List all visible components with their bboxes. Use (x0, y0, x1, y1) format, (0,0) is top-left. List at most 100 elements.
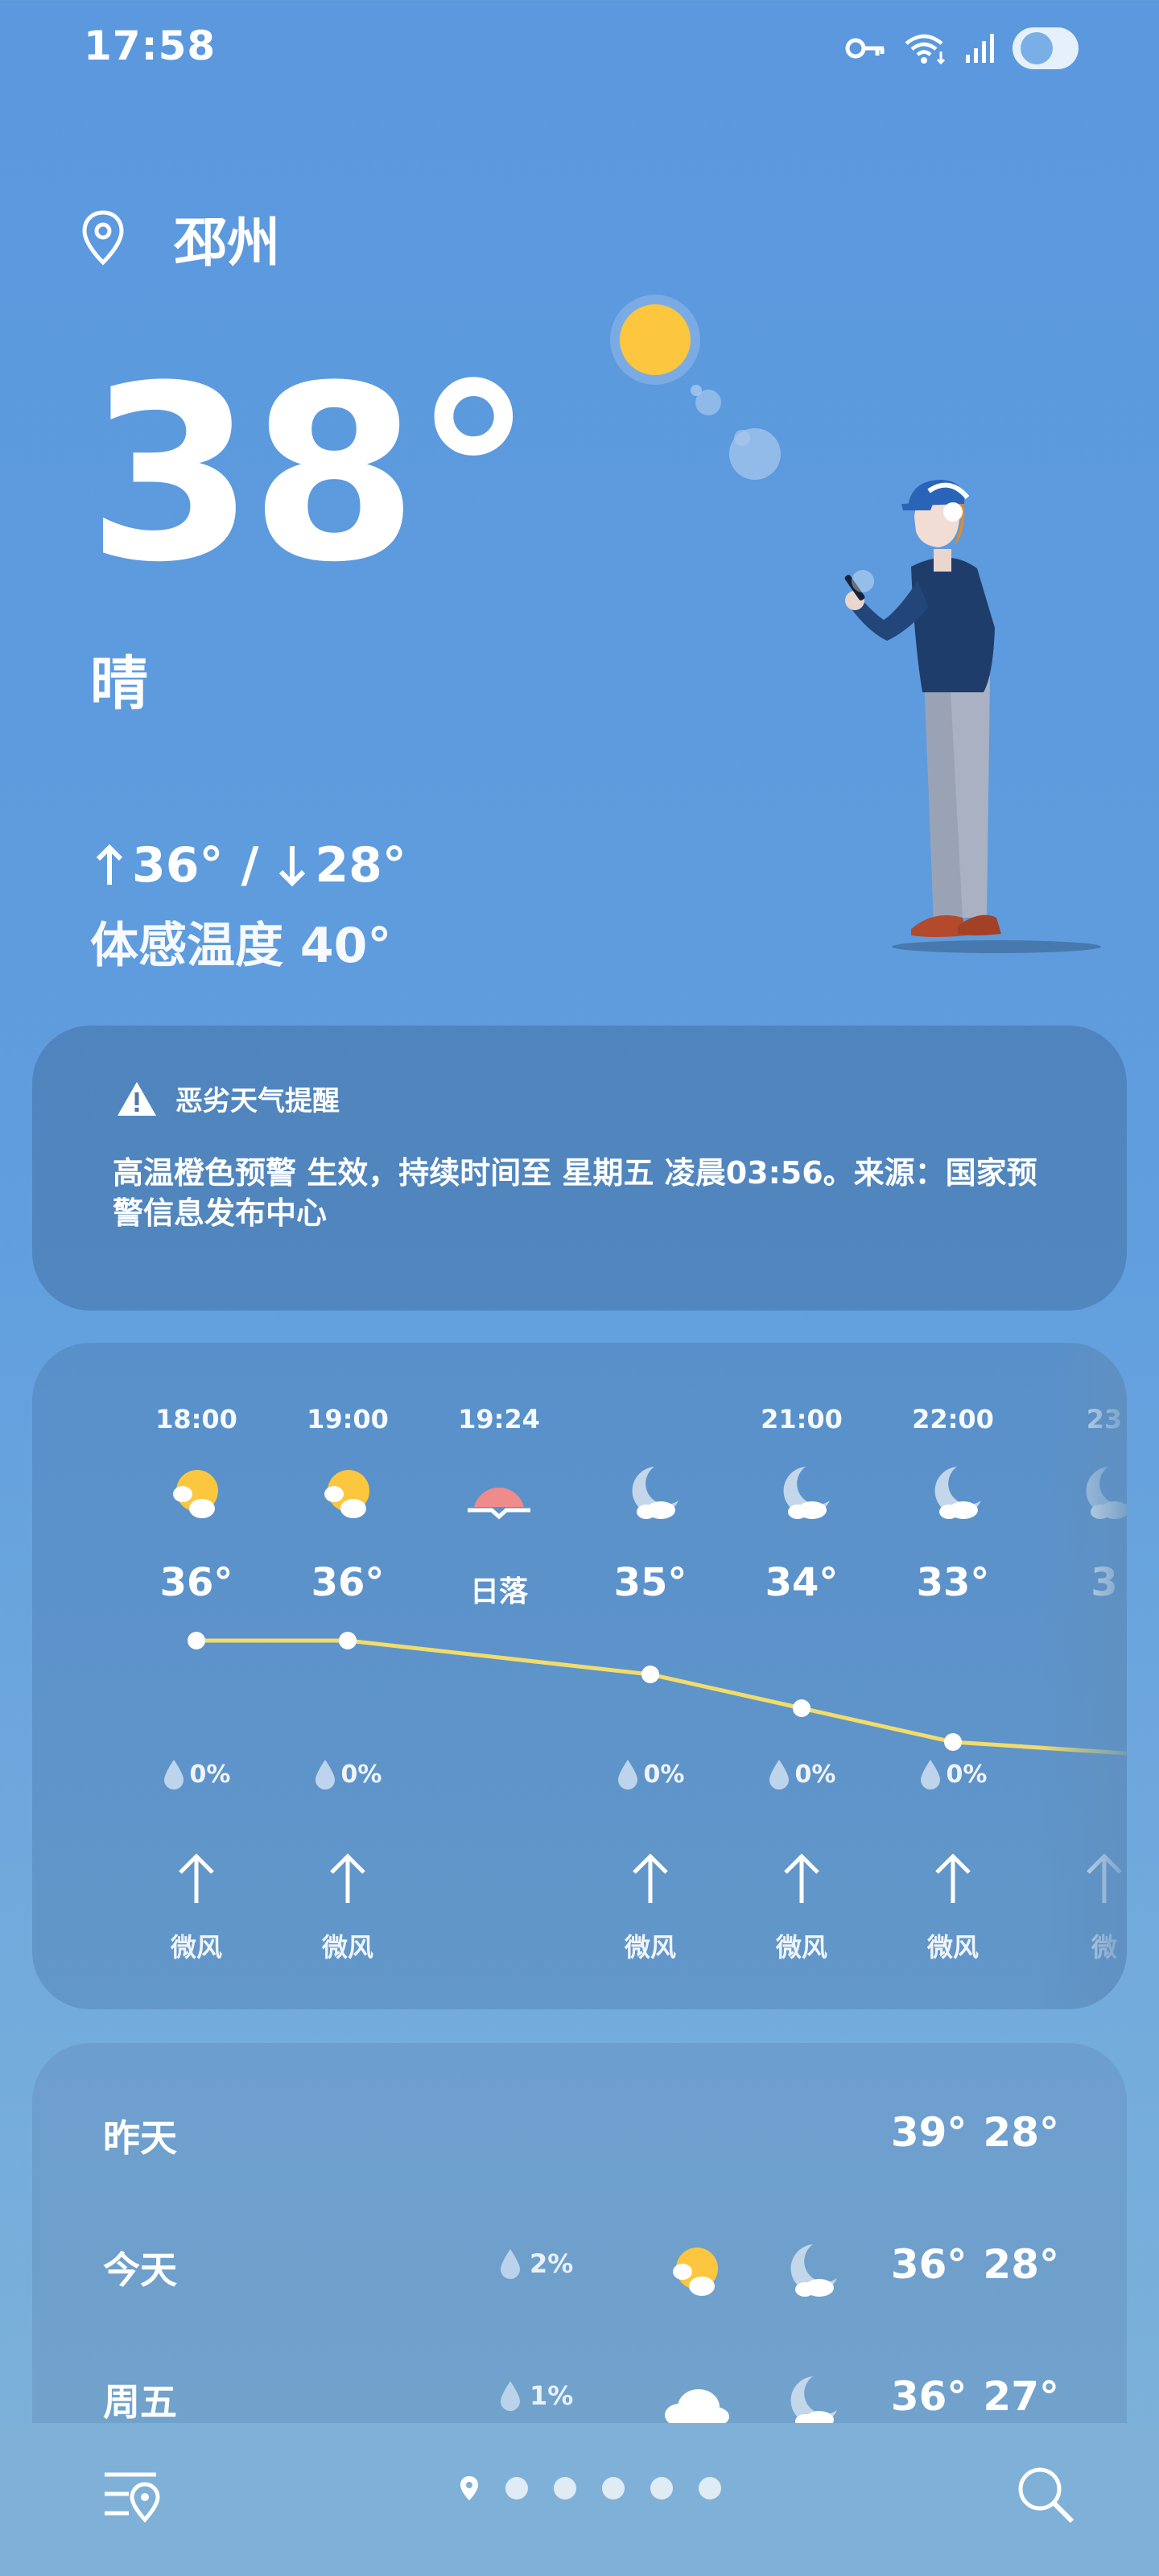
page-dot[interactable] (554, 2477, 576, 2500)
hour-rain-value: 0% (946, 1760, 988, 1789)
day-high: 39° (890, 2109, 967, 2156)
hour-temp: 35° (613, 1560, 687, 1605)
hour-rain: 0% (877, 1758, 1029, 1790)
hour-time: 19:00 (307, 1404, 389, 1435)
warning-icon (118, 1081, 156, 1116)
raindrop-icon (315, 1760, 335, 1790)
hour-rain: 0% (121, 1758, 272, 1790)
sun-icon (620, 304, 691, 375)
wifi-icon (905, 34, 946, 65)
wind-direction-icon (935, 1853, 971, 1903)
search-icon[interactable] (1013, 2462, 1077, 2526)
hour-rain: 0% (272, 1758, 423, 1790)
feels-like: 体感温度 40° (90, 918, 392, 974)
signal-icon (966, 34, 994, 63)
hourly-item[interactable]: 35° 0% 微风 (575, 1343, 726, 2009)
day-temps: 39° 28° (891, 2109, 1059, 2156)
alert-title: 恶劣天气提醒 (175, 1085, 340, 1117)
scroll-fade (1038, 1343, 1127, 2009)
day-low: 28° (983, 2109, 1059, 2156)
bottom-navigation-bar (0, 2423, 1159, 2576)
location-pin-icon (460, 2476, 478, 2500)
wind-direction-icon (179, 1853, 214, 1903)
day-low: 28° (983, 2241, 1059, 2288)
status-time: 17:58 (84, 23, 217, 69)
city-name: 邳州 (174, 212, 280, 274)
status-bar: 17:58 (0, 0, 1159, 97)
location-pin-icon (82, 210, 124, 266)
day-high: 36° (890, 2241, 967, 2288)
day-temps: 36° 27° (891, 2373, 1059, 2420)
alert-message: 高温橙色预警 生效，持续时间至 星期五 凌晨03:56。来源：国家预警信息发布中… (113, 1155, 1037, 1231)
hour-wind: 微风 (926, 1932, 979, 1963)
day-name: 周五 (103, 2380, 177, 2424)
sun-cloud-icon (673, 2248, 718, 2296)
moon-cloud-icon (790, 2244, 837, 2297)
low-temp: 28° (315, 837, 406, 894)
day-high: 36° (890, 2373, 967, 2420)
page-dot[interactable] (505, 2477, 528, 2500)
hourly-item[interactable]: 19:24 日落 (423, 1343, 575, 2009)
raindrop-icon (163, 1760, 184, 1790)
page-indicator[interactable] (459, 2475, 721, 2502)
status-icons (845, 24, 1079, 72)
day-rain: 1% (499, 2380, 573, 2412)
weather-illustration (610, 295, 1101, 953)
day-name: 今天 (103, 2248, 177, 2292)
page-dot[interactable] (699, 2477, 721, 2500)
raindrop-icon (501, 2381, 520, 2411)
wind-direction-icon (633, 1853, 668, 1903)
wind-direction-icon (784, 1853, 819, 1903)
hourly-forecast-card[interactable]: 18:00 36° 0% 微风 19:00 36° 0% 微风 19:24 日落 35° 0% 微风 21… (32, 1343, 1127, 2009)
raindrop-icon (617, 1760, 637, 1790)
hourly-item[interactable]: 22:00 33° 0% 微风 (877, 1343, 1029, 2009)
day-rain-value: 1% (530, 2380, 574, 2411)
current-temperature: 38° (87, 334, 534, 615)
day-rain-value: 2% (530, 2248, 574, 2279)
hourly-item[interactable]: 18:00 36° 0% 微风 (121, 1343, 272, 2009)
hour-temp: 36° (159, 1560, 233, 1605)
hour-rain: 0% (726, 1758, 877, 1790)
moon-cloud-icon (632, 1467, 678, 1519)
location-row[interactable]: 邳州 (80, 200, 280, 277)
day-row-today[interactable]: 今天 2% 36° 28° (32, 2219, 1127, 2315)
hourly-item[interactable]: 21:00 34° 0% 微风 (726, 1343, 877, 2009)
arrow-up-icon (96, 844, 123, 885)
moon-cloud-icon (783, 1467, 830, 1519)
high-temp: 36° (132, 837, 224, 894)
hour-time: 22:00 (912, 1404, 994, 1435)
hour-time: 19:24 (458, 1404, 540, 1435)
sun-cloud-icon (324, 1470, 369, 1518)
hourly-item[interactable]: 19:00 36° 0% 微风 (272, 1343, 423, 2009)
hour-rain-value: 0% (189, 1760, 231, 1789)
day-name: 昨天 (103, 2116, 177, 2160)
page-dot[interactable] (650, 2477, 673, 2500)
sun-cloud-icon (173, 1470, 218, 1518)
battery-icon (1013, 27, 1079, 69)
day-low: 27° (983, 2373, 1059, 2420)
hour-wind: 微风 (624, 1932, 676, 1963)
key-icon (845, 38, 885, 59)
page-dot[interactable] (602, 2477, 625, 2500)
hour-time: 18:00 (155, 1404, 237, 1435)
raindrop-icon (501, 2249, 520, 2279)
hour-rain-value: 0% (643, 1760, 685, 1789)
hour-wind: 微风 (321, 1932, 373, 1963)
alert-header: 恶劣天气提醒 (116, 1079, 340, 1118)
sunset-icon (468, 1487, 530, 1520)
hour-temp: 日落 (469, 1575, 528, 1608)
wind-direction-icon (330, 1853, 365, 1903)
day-rain: 2% (499, 2248, 573, 2280)
arrow-down-icon (279, 846, 306, 887)
hour-temp: 33° (916, 1560, 990, 1605)
hour-temp: 36° (311, 1560, 385, 1605)
hour-wind: 微风 (775, 1932, 827, 1963)
weather-alert-card[interactable]: 恶劣天气提醒 高温橙色预警 生效，持续时间至 星期五 凌晨03:56。来源：国家… (32, 1026, 1127, 1311)
hour-temp: 34° (765, 1560, 839, 1605)
moon-cloud-icon (934, 1467, 981, 1519)
city-list-menu-icon[interactable] (100, 2462, 164, 2526)
high-low-temps: 36° / 28° (93, 837, 406, 894)
raindrop-icon (769, 1760, 789, 1790)
hour-rain-value: 0% (794, 1760, 836, 1789)
day-row-yesterday[interactable]: 昨天 39° 28° (32, 2087, 1127, 2183)
